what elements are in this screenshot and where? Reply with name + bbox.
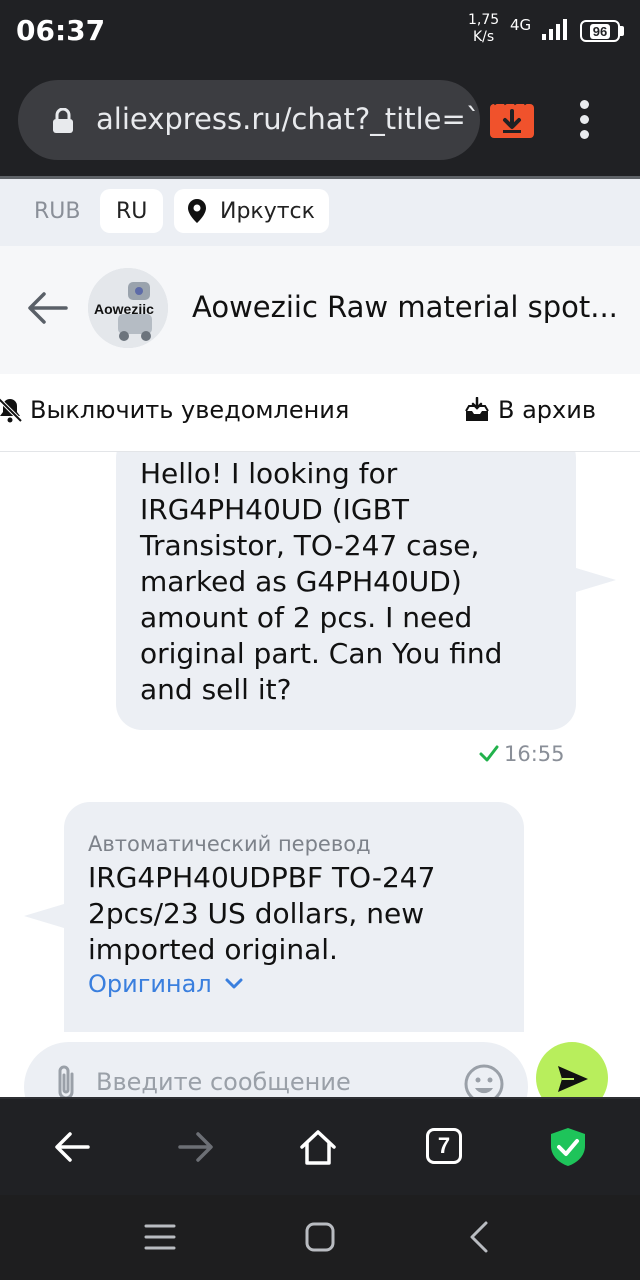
archive-button[interactable]: В архив — [464, 396, 596, 424]
send-icon — [558, 1066, 588, 1092]
auto-translation-label: Автоматический перевод — [88, 832, 371, 856]
outgoing-message-text: Hello! I looking for IRG4PH40UD (IGBT Tr… — [140, 457, 503, 706]
emoji-icon[interactable] — [462, 1062, 506, 1097]
battery-icon: 96 — [580, 20, 626, 42]
network-speed: 1,75 K/s — [468, 12, 499, 46]
currency-chip[interactable]: RUB — [20, 189, 94, 233]
read-check-icon — [479, 745, 499, 762]
system-home-icon[interactable] — [300, 1219, 340, 1255]
language-chip[interactable]: RU — [100, 189, 164, 233]
location-pin-icon — [188, 199, 206, 223]
paperclip-icon[interactable] — [52, 1062, 82, 1097]
browser-back-icon[interactable] — [50, 1125, 94, 1169]
tabs-count: 7 — [426, 1128, 462, 1164]
incoming-message-tail — [24, 904, 64, 928]
more-menu-icon[interactable] — [576, 100, 592, 140]
chat-header: Aoweziic Aoweziic Raw material spot... — [0, 246, 640, 374]
chat-actions: Выключить уведомления В архив — [0, 374, 640, 452]
shield-check-icon[interactable] — [546, 1125, 590, 1169]
region-bar: RUB RU Иркутск — [0, 179, 640, 246]
home-icon[interactable] — [296, 1125, 340, 1169]
url-text: aliexpress.ru/chat?_title=` — [96, 102, 480, 136]
show-original-label: Оригинал — [88, 970, 212, 998]
address-bar[interactable]: aliexpress.ru/chat?_title=` — [18, 80, 480, 160]
archive-icon — [465, 397, 489, 421]
network-speed-unit: K/s — [472, 29, 495, 45]
download-icon[interactable] — [488, 100, 536, 140]
mute-notifications-label: Выключить уведомления — [30, 396, 350, 424]
outgoing-message[interactable]: Hello! I looking for IRG4PH40UD (IGBT Tr… — [116, 452, 576, 730]
message-input[interactable] — [96, 1064, 436, 1097]
incoming-message-text: IRG4PH40UDPBF TO-247 2pcs/23 US dollars,… — [88, 861, 436, 966]
chat-title: Aoweziic Raw material spot... — [192, 290, 618, 324]
send-button[interactable] — [536, 1042, 608, 1097]
city-chip[interactable]: Иркутск — [174, 189, 329, 233]
system-nav-bar — [0, 1195, 640, 1280]
show-original-link[interactable]: Оригинал — [88, 970, 500, 998]
battery-level: 96 — [589, 23, 611, 39]
mute-notifications-button[interactable]: Выключить уведомления — [0, 396, 349, 424]
avatar-brand-text: Aoweziic — [94, 301, 154, 317]
archive-label: В архив — [498, 396, 596, 424]
browser-toolbar: aliexpress.ru/chat?_title=` — [0, 64, 640, 176]
incoming-message[interactable]: Автоматический перевод IRG4PH40UDPBF TO-… — [64, 802, 524, 1032]
browser-forward-icon[interactable] — [174, 1125, 218, 1169]
bell-off-icon — [0, 397, 23, 423]
outgoing-message-tail — [576, 568, 616, 592]
network-type: 4G — [510, 16, 532, 34]
lock-icon — [53, 108, 73, 133]
browser-bottom-nav: 7 — [0, 1097, 640, 1195]
message-status: 16:55 — [478, 742, 565, 766]
message-list[interactable]: Hello! I looking for IRG4PH40UD (IGBT Tr… — [0, 452, 640, 1097]
seller-avatar[interactable]: Aoweziic — [88, 268, 168, 348]
chevron-down-icon — [225, 978, 243, 989]
status-time: 06:37 — [16, 14, 106, 47]
system-back-icon[interactable] — [460, 1219, 500, 1255]
city-label: Иркутск — [220, 198, 315, 224]
message-time: 16:55 — [504, 742, 565, 766]
back-arrow-icon[interactable] — [26, 290, 68, 326]
signal-icon — [542, 19, 567, 40]
message-composer — [24, 1042, 528, 1097]
tabs-button[interactable]: 7 — [422, 1125, 466, 1169]
network-speed-value: 1,75 — [468, 12, 500, 28]
recents-icon[interactable] — [140, 1219, 180, 1255]
status-bar: 06:37 1,75 K/s 4G 96 — [0, 0, 640, 64]
